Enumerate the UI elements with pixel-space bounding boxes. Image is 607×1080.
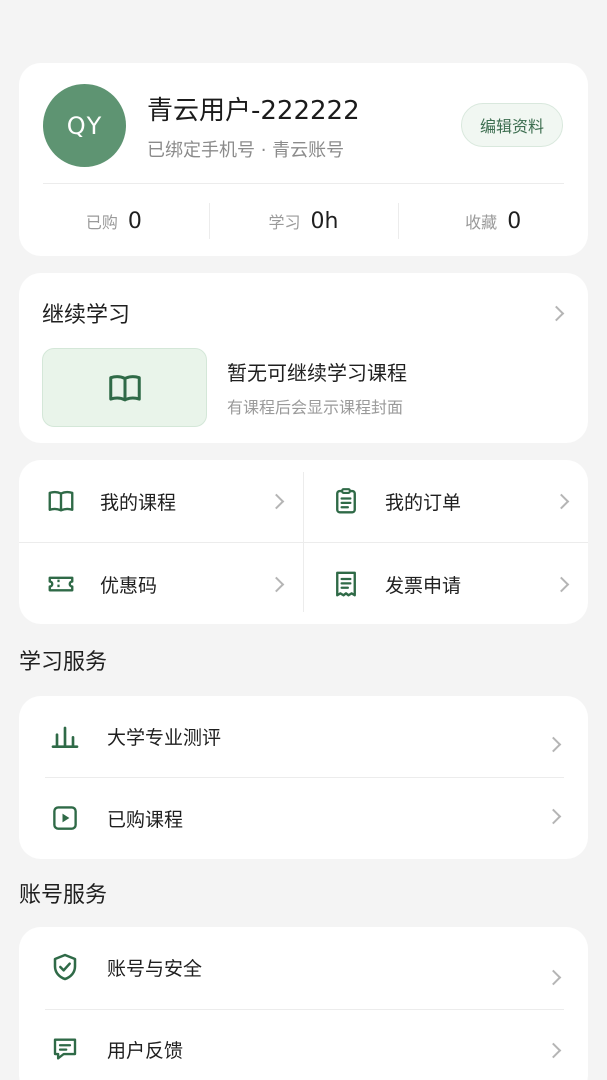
- coupon-code-button[interactable]: 优惠码: [19, 543, 303, 624]
- stat-value: 0h: [310, 208, 339, 234]
- course-cover-placeholder: [42, 348, 207, 427]
- profile-stats: 已购 0 学习 0h 收藏 0: [19, 201, 588, 241]
- profile-card: QY 青云用户-222222 已绑定手机号 · 青云账号 编辑资料 已购 0 学…: [19, 63, 588, 256]
- empty-state-subtitle: 有课程后会显示课程封面: [227, 398, 404, 417]
- profile-divider: [43, 183, 564, 184]
- stat-favorites[interactable]: 收藏 0: [398, 201, 588, 241]
- purchased-courses-item[interactable]: 已购课程: [19, 778, 588, 859]
- stat-label: 已购: [85, 213, 118, 232]
- chevron-right-icon: [548, 305, 565, 322]
- my-courses-button[interactable]: 我的课程: [19, 460, 303, 542]
- feedback-message-icon: [49, 1033, 81, 1065]
- bar-chart-icon: [49, 720, 81, 752]
- stat-value: 0: [507, 208, 522, 234]
- grid-divider: [303, 472, 304, 612]
- chevron-right-icon: [545, 808, 562, 825]
- chevron-right-icon: [268, 576, 285, 593]
- chevron-right-icon: [268, 493, 285, 510]
- avatar[interactable]: QY: [43, 84, 126, 167]
- user-name: 青云用户-222222: [147, 96, 360, 126]
- shield-check-icon: [49, 951, 81, 983]
- list-item-label: 账号与安全: [107, 958, 203, 980]
- list-item-label: 已购课程: [107, 809, 184, 831]
- list-item-label: 用户反馈: [107, 1040, 184, 1062]
- account-security-item[interactable]: 账号与安全: [19, 927, 588, 1008]
- stat-label: 收藏: [465, 213, 498, 232]
- my-orders-button[interactable]: 我的订单: [304, 460, 588, 542]
- coupon-ticket-icon: [45, 568, 77, 600]
- account-services-title: 账号服务: [19, 883, 108, 908]
- quick-action-label: 我的课程: [100, 491, 177, 514]
- quick-actions-grid: 我的课程 我的订单 优惠码 发票申请: [19, 460, 588, 624]
- account-services-list: 账号与安全 用户反馈: [19, 927, 588, 1080]
- empty-state-title: 暂无可继续学习课程: [227, 361, 407, 385]
- user-feedback-item[interactable]: 用户反馈: [19, 1009, 588, 1080]
- list-item-label: 大学专业测评: [107, 727, 222, 749]
- edit-profile-button[interactable]: 编辑资料: [461, 103, 563, 147]
- receipt-icon: [330, 568, 362, 600]
- stat-study-time[interactable]: 学习 0h: [208, 201, 399, 241]
- quick-action-label: 发票申请: [385, 574, 462, 597]
- account-binding-status: 已绑定手机号 · 青云账号: [147, 140, 345, 161]
- stat-purchased[interactable]: 已购 0: [19, 201, 209, 241]
- quick-action-label: 我的订单: [385, 491, 462, 514]
- open-book-icon: [108, 374, 141, 401]
- study-services-list: 大学专业测评 已购课程: [19, 696, 588, 859]
- chevron-right-icon: [545, 1042, 562, 1059]
- stat-label: 学习: [268, 213, 301, 232]
- clipboard-icon: [330, 485, 362, 517]
- chevron-right-icon: [545, 736, 562, 753]
- play-square-icon: [49, 802, 81, 834]
- invoice-request-button[interactable]: 发票申请: [304, 543, 588, 624]
- open-book-icon: [45, 485, 77, 517]
- stat-value: 0: [127, 208, 142, 234]
- chevron-right-icon: [553, 493, 570, 510]
- major-assessment-item[interactable]: 大学专业测评: [19, 696, 588, 777]
- chevron-right-icon: [553, 576, 570, 593]
- continue-learning-card[interactable]: 继续学习 暂无可继续学习课程 有课程后会显示课程封面: [19, 273, 588, 443]
- chevron-right-icon: [545, 969, 562, 986]
- study-services-title: 学习服务: [19, 650, 108, 675]
- quick-action-label: 优惠码: [100, 574, 158, 597]
- continue-learning-title: 继续学习: [42, 303, 131, 328]
